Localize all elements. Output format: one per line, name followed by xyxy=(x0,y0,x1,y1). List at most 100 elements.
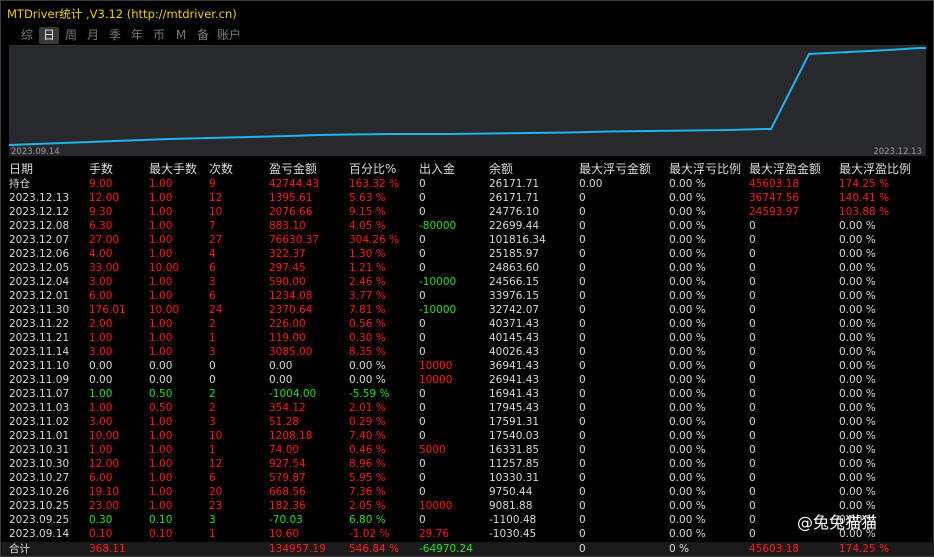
cell: 9 xyxy=(209,178,216,190)
cell: 10000 xyxy=(419,360,453,372)
cell: 2023.11.14 xyxy=(9,346,70,358)
tab-7[interactable]: M xyxy=(171,27,191,44)
cell: 0 xyxy=(749,388,756,400)
cell: 5.63 % xyxy=(349,192,386,204)
cell: 0 xyxy=(749,514,756,526)
cell: -80000 xyxy=(419,220,457,232)
cell: 0 xyxy=(749,472,756,484)
cell: 0 xyxy=(209,360,216,372)
cell: 2023.11.09 xyxy=(9,374,70,386)
cell: 0 xyxy=(749,458,756,470)
cell: 304.26 % xyxy=(349,234,400,246)
cell: 101816.34 xyxy=(489,234,546,246)
cell: 7 xyxy=(209,220,216,232)
cell: 76630.37 xyxy=(269,234,320,246)
cell: 0.00 % xyxy=(839,220,876,232)
cell: 0.00 % xyxy=(669,346,706,358)
cell: 0 xyxy=(419,458,426,470)
cell: 12 xyxy=(209,192,223,204)
table-row: 2023.12.12 9.30 1.00 10 2076.66 9.15 % 0 24776.… xyxy=(1,205,934,219)
cell: 1.21 % xyxy=(349,262,386,274)
table-row: 2023.11.01 10.00 1.00 10 1208.18 7.40 % 0 17540… xyxy=(1,429,934,443)
cell: 2023.12.08 xyxy=(9,220,70,232)
cell: 9750.44 xyxy=(489,486,533,498)
cell: 3.00 xyxy=(89,416,113,428)
cell: 12 xyxy=(209,458,223,470)
column-header: 盈亏金额 xyxy=(269,162,318,176)
cell: 16331.85 xyxy=(489,444,540,456)
cell: 0.46 % xyxy=(349,444,386,456)
cell: 1.00 xyxy=(89,332,113,344)
cell: 1.00 xyxy=(149,318,173,330)
cell: 0.00 % xyxy=(669,416,706,428)
cell: 1.00 xyxy=(149,486,173,498)
cell: 27 xyxy=(209,234,223,246)
cell: 2076.66 xyxy=(269,206,313,218)
cell: 0 xyxy=(579,248,586,260)
cell: 0 xyxy=(579,500,586,512)
cell: 0.00 % xyxy=(669,290,706,302)
tab-1[interactable]: 日 xyxy=(39,27,59,44)
cell: 0.00 % xyxy=(669,458,706,470)
tab-2[interactable]: 周 xyxy=(61,27,81,44)
cell: 163.32 % xyxy=(349,178,400,190)
cell: 140.41 % xyxy=(839,192,890,204)
cell: 2023.10.31 xyxy=(9,444,70,456)
cell: 0 xyxy=(749,262,756,274)
cell: 0 xyxy=(749,528,756,540)
cell: 0 xyxy=(579,388,586,400)
cell: 0 xyxy=(749,332,756,344)
cell: 0.00 % xyxy=(839,318,876,330)
tab-3[interactable]: 月 xyxy=(83,27,103,44)
tab-5[interactable]: 年 xyxy=(127,27,147,44)
cell: 546.84 % xyxy=(349,543,400,555)
cell: 3.00 xyxy=(89,276,113,288)
cell: 36747.56 xyxy=(749,192,800,204)
cell: 174.25 % xyxy=(839,178,890,190)
cell: 0 xyxy=(749,234,756,246)
cell: 16941.43 xyxy=(489,388,540,400)
cell: 0 xyxy=(579,332,586,344)
cell: 0 xyxy=(579,360,586,372)
column-header: 最大浮盈比例 xyxy=(839,162,912,176)
cell: 3 xyxy=(209,416,216,428)
cell: 3085.00 xyxy=(269,346,313,358)
tab-6[interactable]: 币 xyxy=(149,27,169,44)
tab-0[interactable]: 综 xyxy=(17,27,37,44)
cell: 2023.11.30 xyxy=(9,304,70,316)
table-row: 2023.11.09 0.00 0.00 0 0.00 0.00 % 10000 26941.… xyxy=(1,373,934,387)
column-header: 次数 xyxy=(209,162,234,176)
cell: 7.36 % xyxy=(349,486,386,498)
cell: 24566.15 xyxy=(489,276,540,288)
cell: 2023.11.03 xyxy=(9,402,70,414)
cell: 6 xyxy=(209,262,216,274)
table-row: 2023.10.31 1.00 1.00 1 74.00 0.46 % 5000 16331.… xyxy=(1,443,934,457)
cell: 1.00 xyxy=(149,276,173,288)
cell: 0.00 % xyxy=(669,514,706,526)
tab-8[interactable]: 备 xyxy=(193,27,213,44)
cell: 0.00 xyxy=(89,360,113,372)
cell: 11257.85 xyxy=(489,458,540,470)
cell: 8.96 % xyxy=(349,458,386,470)
table-row: 2023.11.22 2.00 1.00 2 226.00 0.56 % 0 40371.43… xyxy=(1,317,934,331)
cell: 0 xyxy=(419,332,426,344)
cell: 2 xyxy=(209,388,216,400)
cell: 1.00 xyxy=(149,444,173,456)
cell: 1.00 xyxy=(149,290,173,302)
cell: 24 xyxy=(209,304,223,316)
cell: 0 xyxy=(419,192,426,204)
cell: 0.00 % xyxy=(839,402,876,414)
cell: 36941.43 xyxy=(489,360,540,372)
cell: 4.00 xyxy=(89,248,113,260)
period-tabs: 综日周月季年币 M 备账户 xyxy=(17,27,245,45)
cell: 0.00 % xyxy=(669,276,706,288)
tab-4[interactable]: 季 xyxy=(105,27,125,44)
cell: 0.00 % xyxy=(839,374,876,386)
cell: 0 xyxy=(749,416,756,428)
cell: 10 xyxy=(209,206,223,218)
cell: 10 xyxy=(209,430,223,442)
cell: 8.35 % xyxy=(349,346,386,358)
cell: 17540.03 xyxy=(489,430,540,442)
table-row: 2023.11.30 176.01 10.00 24 2370.64 7.81 % -100… xyxy=(1,303,934,317)
tab-9[interactable]: 账户 xyxy=(215,27,243,44)
